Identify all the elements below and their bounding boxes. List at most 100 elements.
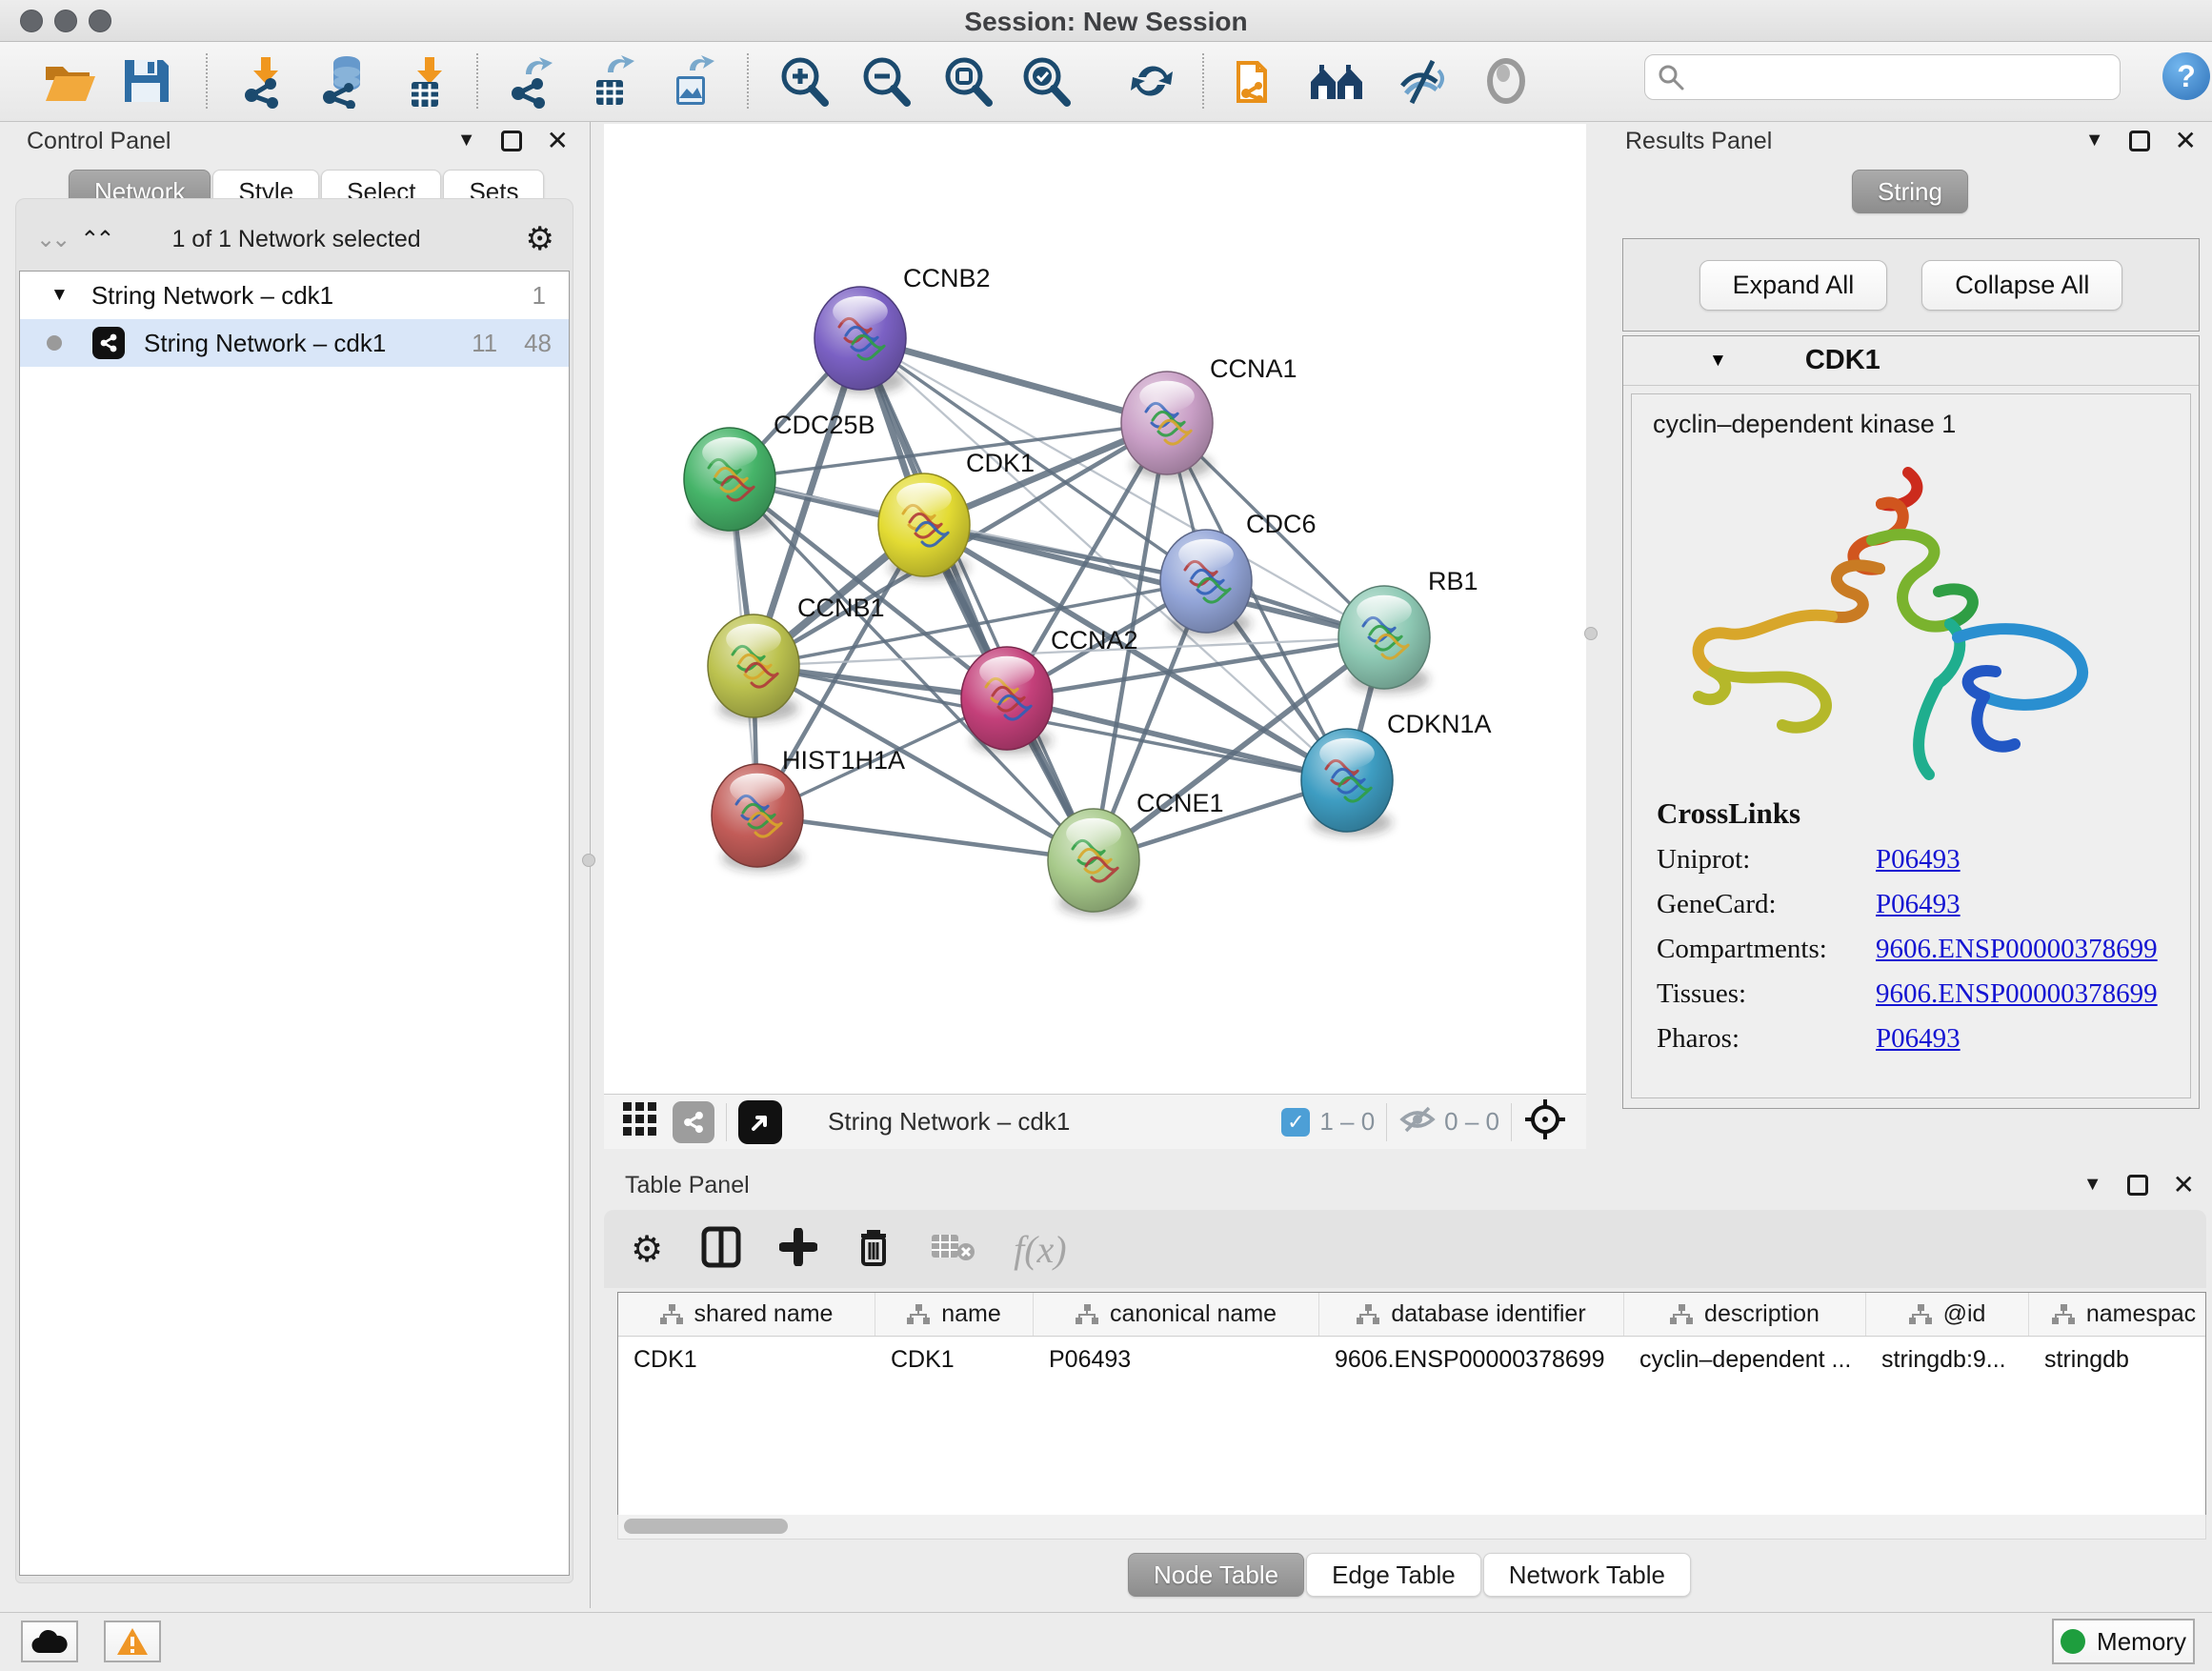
gray-orb-button[interactable]: [1477, 51, 1536, 111]
node-HIST1H1A[interactable]: [712, 764, 803, 871]
cloud-status-button[interactable]: [21, 1621, 78, 1662]
delete-table-icon[interactable]: [930, 1231, 975, 1268]
network-graph[interactable]: CCNB2CCNA1CDC25BCDK1CDC6RB1CCNB1CCNA2CDK…: [604, 124, 1586, 1094]
node-RB1[interactable]: [1338, 586, 1430, 693]
open-in-window-icon[interactable]: [738, 1100, 782, 1144]
warning-status-button[interactable]: [104, 1621, 161, 1662]
export-network-button[interactable]: [503, 51, 562, 111]
node-CDC25B[interactable]: [684, 428, 775, 534]
node-CDKN1A[interactable]: [1301, 729, 1393, 836]
node-CCNA2[interactable]: [961, 647, 1053, 754]
birds-eye-view-icon[interactable]: [621, 1100, 659, 1143]
document-share-button[interactable]: [1227, 51, 1286, 111]
panel-menu-icon[interactable]: ▼: [2085, 130, 2104, 151]
float-panel-icon[interactable]: [2127, 1175, 2148, 1196]
node-CCNB2[interactable]: [814, 287, 906, 393]
node-CDK1[interactable]: [878, 473, 970, 580]
close-panel-icon[interactable]: ✕: [547, 131, 569, 151]
export-table-icon: [585, 53, 640, 109]
fit-content-crosshair-icon[interactable]: [1523, 1097, 1567, 1146]
close-panel-icon[interactable]: ✕: [2175, 131, 2197, 151]
collection-collapse-icon[interactable]: ▼: [50, 285, 69, 306]
search-input[interactable]: [1644, 54, 2121, 100]
hidden-eye-icon[interactable]: [1398, 1104, 1437, 1139]
expand-all-networks-icon[interactable]: ⌃⌃: [80, 226, 111, 253]
network-row[interactable]: String Network – cdk1 11 48: [20, 319, 569, 367]
table-row[interactable]: CDK1CDK1P064939606.ENSP00000378699cyclin…: [618, 1337, 2205, 1382]
tab-edge-table[interactable]: Edge Table: [1306, 1553, 1481, 1597]
column-header-canonical-name[interactable]: canonical name: [1034, 1293, 1319, 1336]
column-header-shared-name[interactable]: shared name: [618, 1293, 875, 1336]
gene-description: cyclin–dependent kinase 1: [1653, 410, 2190, 439]
gene-collapse-icon[interactable]: ▼: [1709, 351, 1727, 372]
panel-menu-icon[interactable]: ▼: [2083, 1174, 2102, 1196]
import-network-database-button[interactable]: [316, 51, 375, 111]
column-header-@id[interactable]: @id: [1866, 1293, 2029, 1336]
zoom-fit-button[interactable]: [937, 51, 996, 111]
column-header-name[interactable]: name: [875, 1293, 1034, 1336]
crosslink-link[interactable]: P06493: [1876, 889, 1961, 920]
panel-menu-icon[interactable]: ▼: [457, 130, 476, 151]
zoom-in-button[interactable]: [774, 51, 833, 111]
column-header-namespac[interactable]: namespac: [2029, 1293, 2206, 1336]
import-network-file-button[interactable]: [236, 51, 295, 111]
tab-string[interactable]: String: [1852, 170, 1968, 213]
share-network-icon[interactable]: [673, 1101, 714, 1143]
column-type-icon: [2052, 1304, 2075, 1325]
ribbon-segment: [1872, 534, 1950, 627]
column-type-icon: [907, 1304, 930, 1325]
crosslink-link[interactable]: 9606.ENSP00000378699: [1876, 978, 2158, 1010]
export-image-button[interactable]: [663, 51, 722, 111]
ribbon-segment: [1919, 624, 1960, 775]
help-button[interactable]: ?: [2162, 52, 2210, 100]
tab-network-table[interactable]: Network Table: [1483, 1553, 1691, 1597]
crosslink-link[interactable]: 9606.ENSP00000378699: [1876, 934, 2158, 965]
node-CCNE1[interactable]: [1048, 809, 1139, 916]
right-splitter-handle[interactable]: [1584, 627, 1598, 640]
edge-HIST1H1A-CCNE1[interactable]: [757, 815, 1094, 860]
function-builder-icon[interactable]: f(x): [1014, 1227, 1067, 1272]
export-table-button[interactable]: [583, 51, 642, 111]
table-horizontal-scrollbar[interactable]: [617, 1515, 2206, 1540]
network-tree: ▼ String Network – cdk1 1 String Network…: [19, 271, 570, 1576]
node-CDC6[interactable]: [1160, 530, 1252, 636]
left-splitter-handle[interactable]: [582, 854, 595, 867]
memory-button[interactable]: Memory: [2052, 1619, 2195, 1664]
network-options-gear-icon[interactable]: ⚙: [526, 220, 554, 258]
zoom-selected-button[interactable]: [1016, 51, 1075, 111]
control-panel-title: Control Panel: [27, 128, 171, 155]
float-panel-icon[interactable]: [501, 131, 522, 151]
column-type-icon: [1670, 1304, 1693, 1325]
create-column-icon[interactable]: [779, 1228, 817, 1271]
eye-slash-wave-button[interactable]: [1393, 51, 1452, 111]
collapse-all-networks-icon[interactable]: ⌄⌄: [36, 226, 67, 253]
crosslink-link[interactable]: P06493: [1876, 844, 1961, 876]
node-CCNB1[interactable]: [708, 614, 799, 721]
show-columns-icon[interactable]: [701, 1226, 741, 1273]
tab-node-table[interactable]: Node Table: [1128, 1553, 1304, 1597]
network-collection-row[interactable]: ▼ String Network – cdk1 1: [20, 272, 569, 319]
node-CCNA1[interactable]: [1121, 372, 1213, 478]
crosslink-link[interactable]: P06493: [1876, 1023, 1961, 1055]
zoom-out-button[interactable]: [855, 51, 915, 111]
scrollbar-thumb[interactable]: [624, 1519, 788, 1534]
open-session-button[interactable]: [40, 51, 99, 111]
double-house-button[interactable]: [1307, 51, 1366, 111]
edge-CCNB2-CCNE1[interactable]: [860, 338, 1094, 860]
save-floppy-icon: [119, 54, 172, 108]
float-panel-icon[interactable]: [2129, 131, 2150, 151]
collection-count: 1: [533, 281, 546, 311]
network-canvas[interactable]: CCNB2CCNA1CDC25BCDK1CDC6RB1CCNB1CCNA2CDK…: [604, 124, 1586, 1094]
close-panel-icon[interactable]: ✕: [2173, 1175, 2195, 1196]
delete-column-trash-icon[interactable]: [855, 1226, 892, 1273]
collapse-all-button[interactable]: Collapse All: [1921, 260, 2122, 311]
expand-all-button[interactable]: Expand All: [1699, 260, 1888, 311]
import-table-file-button[interactable]: [398, 51, 457, 111]
refresh-layout-button[interactable]: [1122, 51, 1181, 111]
column-header-database-identifier[interactable]: database identifier: [1319, 1293, 1624, 1336]
export-image-icon: [665, 53, 720, 109]
save-session-button[interactable]: [116, 51, 175, 111]
table-options-gear-icon[interactable]: ⚙: [631, 1228, 663, 1271]
selected-nodes-checkbox[interactable]: ✓: [1281, 1108, 1310, 1137]
column-header-description[interactable]: description: [1624, 1293, 1866, 1336]
